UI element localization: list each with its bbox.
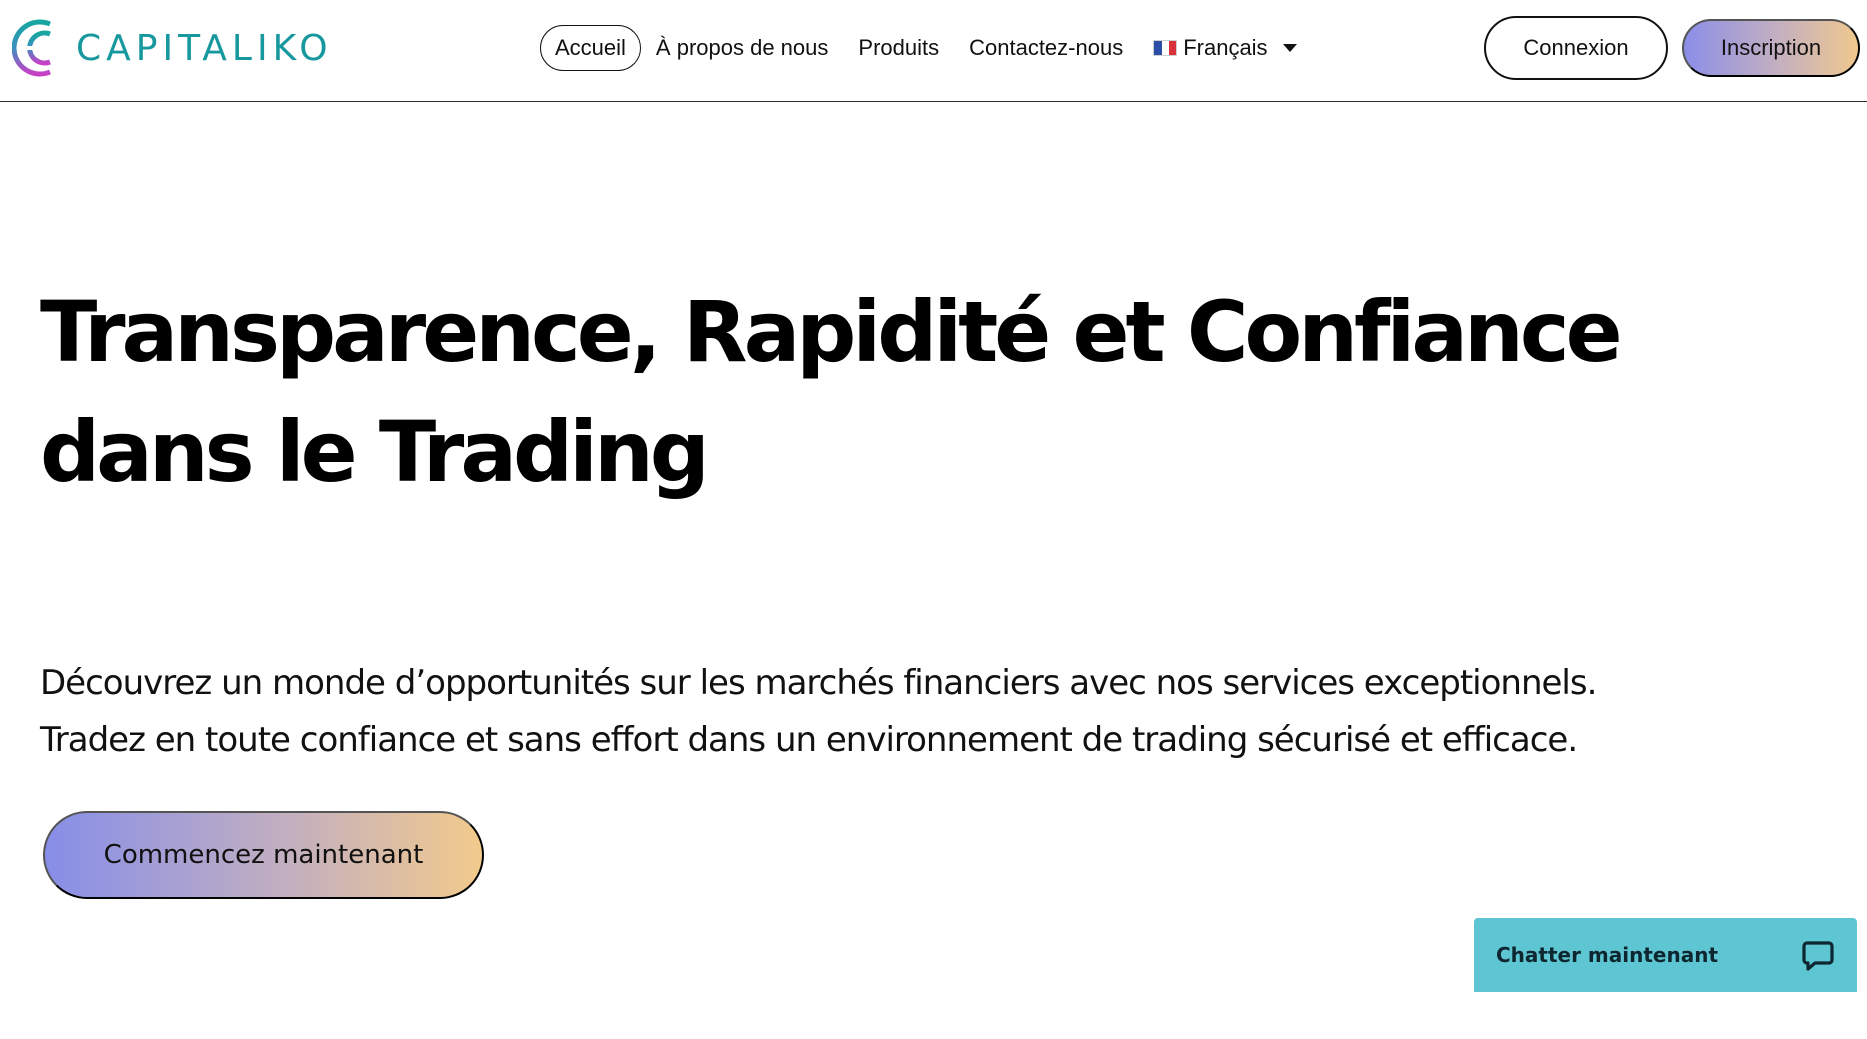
nav-item-produits[interactable]: Produits [858,35,939,61]
nav-item-contact[interactable]: Contactez-nous [969,35,1123,61]
chat-label: Chatter maintenant [1496,943,1719,967]
logo-text: CAPITALIKO [76,27,333,69]
hero-title: Transparence, Rapidité et Confiance dans… [40,272,1800,512]
capitaliko-logo-icon [12,19,51,77]
main-nav: Accueil À propos de nous Produits Contac… [540,25,1297,71]
top-header: CAPITALIKO Accueil À propos de nous Prod… [0,0,1867,102]
chat-bubble-icon [1802,941,1834,971]
start-now-button[interactable]: Commencez maintenant [43,811,484,899]
language-label: Français [1183,35,1268,60]
language-selector[interactable]: Français [1153,35,1297,61]
flag-stripe-blue [1154,41,1162,55]
chat-widget[interactable]: Chatter maintenant [1474,918,1857,992]
flag-stripe-white [1161,41,1169,55]
logo[interactable]: CAPITALIKO [12,18,333,78]
signup-button[interactable]: Inscription [1682,19,1860,77]
hero-subtitle-line-2: Tradez en toute confiance et sans effort… [40,720,1578,760]
hero-subtitle-line-1: Découvrez un monde d’opportunités sur le… [40,663,1597,703]
hero-title-line-2: dans le Trading [40,403,710,501]
hero-subtitle: Découvrez un monde d’opportunités sur le… [40,655,1820,769]
french-flag-icon [1153,40,1178,56]
hero-title-line-1: Transparence, Rapidité et Confiance [40,283,1623,381]
caret-down-icon [1282,44,1297,52]
flag-stripe-red [1168,41,1177,55]
nav-item-accueil[interactable]: Accueil [540,25,641,71]
login-button[interactable]: Connexion [1484,16,1668,80]
nav-item-a-propos[interactable]: À propos de nous [656,35,828,61]
